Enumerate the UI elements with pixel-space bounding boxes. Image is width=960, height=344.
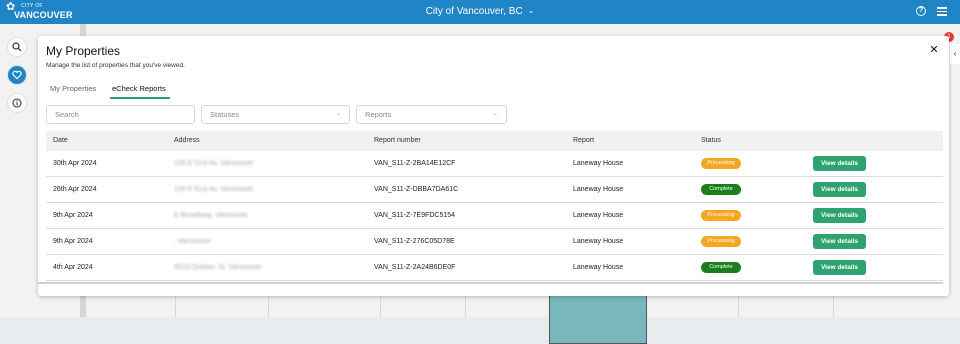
statuses-placeholder: Statuses <box>210 110 240 119</box>
table-row: 26th Apr 2024 135 E 51st Av, Vancouver V… <box>46 177 943 203</box>
column-report-number[interactable]: Report number <box>374 131 421 151</box>
location-label: City of Vancouver, BC <box>425 6 523 17</box>
map-parcel-line <box>738 294 739 317</box>
row-report: Laneway House <box>573 186 624 193</box>
chevron-down-icon: ⌄ <box>335 111 341 117</box>
map-selected-parcel[interactable] <box>549 292 647 344</box>
chevron-left-icon[interactable]: ‹ <box>950 44 960 64</box>
row-report: Laneway House <box>573 212 624 219</box>
row-date: 30th Apr 2024 <box>53 160 97 167</box>
row-address: 135 E 51st Av, Vancouver <box>174 160 254 167</box>
row-address: 6023 Quebec St, Vancouver <box>174 264 262 271</box>
top-bar: ✿ CITY OF VANCOUVER City of Vancouver, B… <box>0 0 960 24</box>
status-badge: Processing <box>701 210 741 221</box>
statuses-select[interactable]: Statuses ⌄ <box>201 105 350 124</box>
search-button[interactable] <box>8 38 26 56</box>
info-button[interactable] <box>8 94 26 112</box>
map-parcel-line <box>465 294 466 317</box>
row-report: Laneway House <box>573 264 624 271</box>
left-rail <box>0 32 36 122</box>
reports-table: Date Address Report number Report Status… <box>46 131 943 281</box>
table-row: 30th Apr 2024 135 E 51st Av, Vancouver V… <box>46 151 943 177</box>
row-date: 9th Apr 2024 <box>53 212 93 219</box>
panel-title: My Properties <box>46 44 121 58</box>
column-address[interactable]: Address <box>174 131 200 151</box>
row-report-number: VAN_S11-Z-2A24B6DE0F <box>374 264 456 271</box>
table-row: 9th Apr 2024 E Broadway, Vancouver VAN_S… <box>46 203 943 229</box>
view-details-button[interactable]: View details <box>813 156 866 171</box>
status-badge: Complete <box>701 262 741 273</box>
help-icon[interactable]: ? <box>916 6 926 16</box>
column-date[interactable]: Date <box>53 131 68 151</box>
reports-placeholder: Reports <box>365 110 392 119</box>
map-parcel-line <box>833 294 834 317</box>
view-details-button[interactable]: View details <box>813 234 866 249</box>
info-icon <box>12 98 22 108</box>
status-badge: Processing <box>701 236 741 247</box>
row-report-number: VAN_S11-Z-276C05D78E <box>374 238 455 245</box>
table-header: Date Address Report number Report Status <box>46 131 943 151</box>
column-report[interactable]: Report <box>573 131 594 151</box>
table-row: 9th Apr 2024 , Vancouver VAN_S11-Z-276C0… <box>46 229 943 255</box>
horizontal-scrollbar[interactable] <box>38 282 943 284</box>
row-address: E Broadway, Vancouver <box>174 212 249 219</box>
search-placeholder: Search <box>55 110 79 119</box>
row-report: Laneway House <box>573 160 624 167</box>
tab-my-properties[interactable]: My Properties <box>50 84 96 94</box>
hamburger-menu-icon[interactable] <box>937 7 947 16</box>
reports-select[interactable]: Reports ⌄ <box>356 105 507 124</box>
row-report: Laneway House <box>573 238 624 245</box>
row-date: 4th Apr 2024 <box>53 264 93 271</box>
panel-subtitle: Manage the list of properties that you'v… <box>46 62 185 69</box>
chevron-down-icon: ⌄ <box>527 6 535 15</box>
search-input[interactable]: Search <box>46 105 195 124</box>
chevron-down-icon: ⌄ <box>492 111 498 117</box>
row-report-number: VAN_S11-Z-DBBA7DA61C <box>374 186 459 193</box>
map-parcel-line <box>268 294 269 317</box>
location-selector[interactable]: City of Vancouver, BC ⌄ <box>0 6 960 18</box>
heart-icon <box>12 70 22 80</box>
row-date: 9th Apr 2024 <box>53 238 93 245</box>
my-properties-button[interactable] <box>8 66 26 84</box>
close-icon[interactable]: ✕ <box>929 45 939 56</box>
my-properties-panel: My Properties Manage the list of propert… <box>38 36 949 296</box>
row-address: 135 E 51st Av, Vancouver <box>174 186 254 193</box>
map-parcel-line <box>175 294 176 317</box>
search-icon <box>12 42 22 52</box>
row-date: 26th Apr 2024 <box>53 186 97 193</box>
view-details-button[interactable]: View details <box>813 182 866 197</box>
view-details-button[interactable]: View details <box>813 260 866 275</box>
row-report-number: VAN_S11-Z-7E9FDC5154 <box>374 212 456 219</box>
table-row: 4th Apr 2024 6023 Quebec St, Vancouver V… <box>46 255 943 281</box>
row-address: , Vancouver <box>174 238 211 245</box>
map-parcel-line <box>380 294 381 317</box>
tab-echeck-reports[interactable]: eCheck Reports <box>110 84 170 99</box>
row-report-number: VAN_S11-Z-2BA14E12CF <box>374 160 456 167</box>
status-badge: Complete <box>701 184 741 195</box>
column-status[interactable]: Status <box>701 131 721 151</box>
view-details-button[interactable]: View details <box>813 208 866 223</box>
status-badge: Processing <box>701 158 741 169</box>
